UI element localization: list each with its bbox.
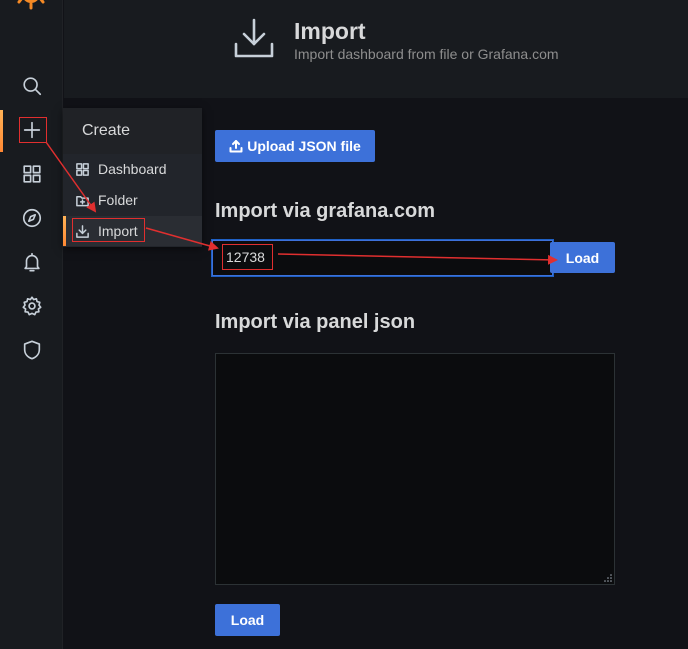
plus-highlight-box <box>19 117 47 143</box>
menu-item-label: Folder <box>98 192 138 208</box>
page-subtitle: Import dashboard from file or Grafana.co… <box>294 46 559 62</box>
page-header: Import Import dashboard from file or Gra… <box>64 0 688 98</box>
apps-icon[interactable] <box>20 162 44 186</box>
grafana-logo[interactable] <box>16 0 46 12</box>
bell-icon[interactable] <box>20 250 44 274</box>
menu-item-folder[interactable]: Folder <box>63 185 202 215</box>
menu-item-label: Dashboard <box>98 161 167 177</box>
search-icon[interactable] <box>20 74 44 98</box>
compass-icon[interactable] <box>20 206 44 230</box>
create-menu-header: Create <box>63 108 202 154</box>
import-highlight-box <box>72 218 145 242</box>
upload-json-label: Upload JSON file <box>247 138 361 154</box>
shield-icon[interactable] <box>20 338 44 362</box>
page-title: Import <box>294 18 366 44</box>
resize-grip-icon[interactable] <box>604 574 612 582</box>
load-panel-json-button[interactable]: Load <box>215 604 280 636</box>
folder-plus-icon <box>76 195 89 206</box>
panel-json-textarea[interactable] <box>215 353 615 585</box>
load-grafana-com-button[interactable]: Load <box>550 242 615 273</box>
sidebar <box>0 0 63 649</box>
grafana-com-section-title: Import via grafana.com <box>215 200 436 222</box>
gear-icon[interactable] <box>20 294 44 318</box>
panel-json-section-title: Import via panel json <box>215 311 416 333</box>
import-icon <box>232 16 276 60</box>
create-menu: Create Dashboard Folder Import <box>63 108 202 247</box>
menu-item-import[interactable]: Import <box>63 216 202 246</box>
nav-active-indicator <box>0 110 3 152</box>
dashboard-id-value: 12738 <box>222 244 273 270</box>
apps-icon <box>76 162 89 176</box>
upload-json-button[interactable]: Upload JSON file <box>215 130 375 162</box>
menu-item-dashboard[interactable]: Dashboard <box>63 154 202 184</box>
upload-icon <box>229 140 243 153</box>
